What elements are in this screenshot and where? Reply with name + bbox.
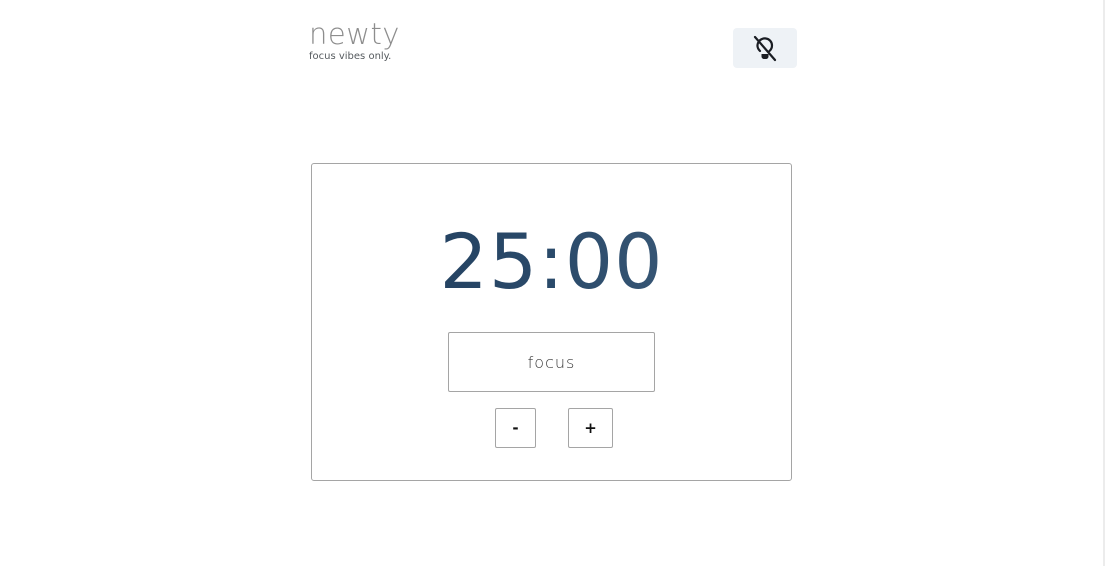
- app-page: newty focus vibes only. 25:00 focus - +: [0, 0, 1105, 566]
- decrement-button[interactable]: -: [495, 408, 536, 448]
- brand-name: newty: [309, 17, 400, 51]
- mode-button[interactable]: focus: [448, 332, 655, 392]
- timer-display: 25:00: [312, 220, 791, 304]
- theme-toggle-button[interactable]: [733, 28, 797, 68]
- lightbulb-off-icon: [750, 33, 780, 63]
- brand-tagline: focus vibes only.: [309, 51, 392, 62]
- timer-card: 25:00 focus - +: [311, 163, 792, 481]
- brand: newty focus vibes only.: [309, 17, 400, 63]
- increment-button[interactable]: +: [568, 408, 613, 448]
